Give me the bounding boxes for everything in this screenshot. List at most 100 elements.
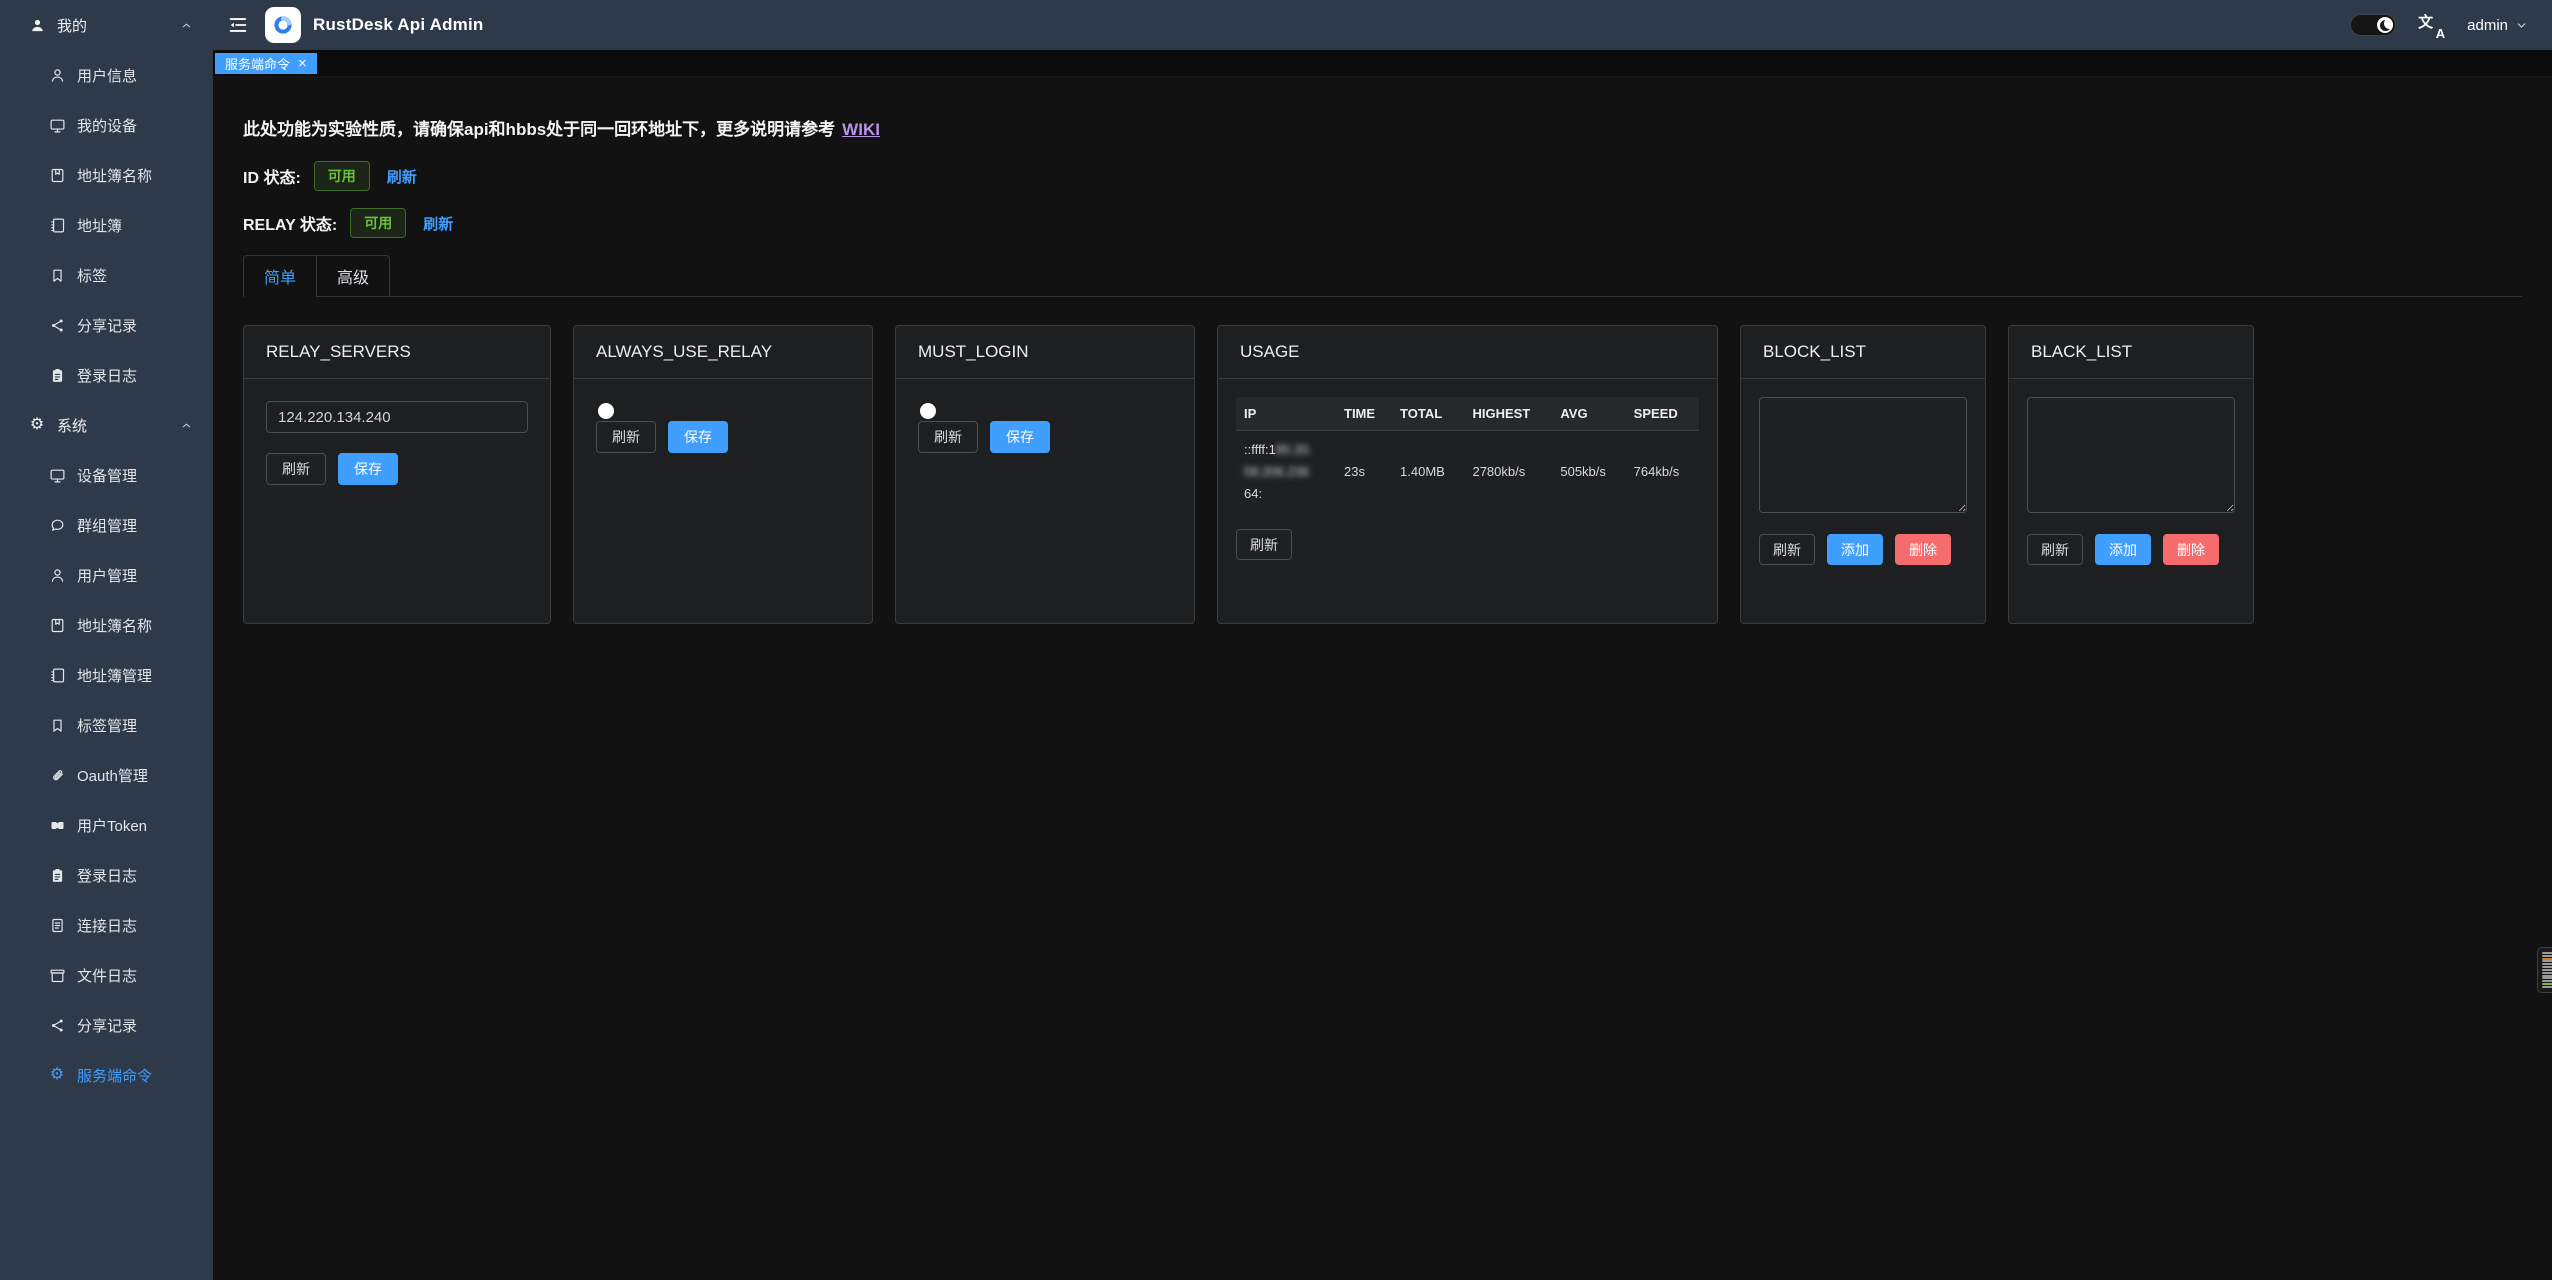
monitor-icon xyxy=(48,116,66,134)
document-icon xyxy=(48,916,66,934)
id-status-label: ID 状态: xyxy=(243,164,301,188)
block-list-refresh-button[interactable]: 刷新 xyxy=(1759,534,1815,565)
redacted-ip-part: 85.20. xyxy=(1276,442,1312,457)
sidebar-item-label: 用户管理 xyxy=(77,565,137,586)
usage-refresh-button[interactable]: 刷新 xyxy=(1236,529,1292,560)
id-refresh-link[interactable]: 刷新 xyxy=(387,166,417,187)
minimap-stripe xyxy=(2542,983,2552,985)
sidebar-item-label: 群组管理 xyxy=(77,515,137,536)
sidebar-item-label: 我的设备 xyxy=(77,115,137,136)
sidebar-section-1[interactable]: ⚙系统 xyxy=(0,400,213,450)
card-usage: USAGE IP TIME TOTAL HIGHEST AVG SPEED xyxy=(1217,325,1718,624)
sidebar-collapse-icon[interactable] xyxy=(227,14,249,36)
sidebar-item-标签[interactable]: 标签 xyxy=(0,250,213,300)
sidebar-item-地址簿名称[interactable]: 地址簿名称 xyxy=(0,600,213,650)
app-title: RustDesk Api Admin xyxy=(313,15,483,35)
black-list-textarea[interactable] xyxy=(2027,397,2235,513)
address-book-icon xyxy=(48,666,66,684)
block-list-textarea[interactable] xyxy=(1759,397,1967,513)
share-icon xyxy=(48,316,66,334)
sidebar-section-0[interactable]: 我的 xyxy=(0,0,213,50)
archive-icon xyxy=(48,966,66,984)
sidebar-item-设备管理[interactable]: 设备管理 xyxy=(0,450,213,500)
usage-col-ip: IP xyxy=(1236,397,1336,431)
sidebar-section-label: 我的 xyxy=(57,15,87,36)
usage-avg-cell: 505kb/s xyxy=(1552,431,1625,514)
black-list-delete-button[interactable]: 删除 xyxy=(2163,534,2219,565)
sidebar-item-地址簿[interactable]: 地址簿 xyxy=(0,200,213,250)
black-list-refresh-button[interactable]: 刷新 xyxy=(2027,534,2083,565)
usage-col-time: TIME xyxy=(1336,397,1392,431)
wiki-link[interactable]: WIKI xyxy=(842,120,880,139)
must-login-refresh-button[interactable]: 刷新 xyxy=(918,421,978,453)
minimap-stripe xyxy=(2542,969,2552,971)
black-list-add-button[interactable]: 添加 xyxy=(2095,534,2151,565)
minimap-stripe xyxy=(2542,980,2552,982)
sidebar-item-label: 分享记录 xyxy=(77,1015,137,1036)
sidebar-item-连接日志[interactable]: 连接日志 xyxy=(0,900,213,950)
usage-highest-cell: 2780kb/s xyxy=(1464,431,1552,514)
moon-icon xyxy=(2377,17,2393,33)
username: admin xyxy=(2467,17,2508,34)
minimap-stripe xyxy=(2542,958,2552,960)
clipboard-icon xyxy=(48,366,66,384)
sidebar-item-label: Oauth管理 xyxy=(77,765,148,786)
tab-advanced[interactable]: 高级 xyxy=(317,255,390,296)
sidebar-item-用户Token[interactable]: 用户Token xyxy=(0,800,213,850)
sidebar-item-分享记录[interactable]: 分享记录 xyxy=(0,1000,213,1050)
card-title: RELAY_SERVERS xyxy=(244,326,550,379)
card-black-list: BLACK_LIST 刷新 添加 删除 xyxy=(2008,325,2254,624)
minimap-stripe xyxy=(2542,977,2552,979)
header-actions: 文A admin xyxy=(2350,13,2528,38)
must-login-save-button[interactable]: 保存 xyxy=(990,421,1050,453)
minimap-stripe xyxy=(2542,975,2552,977)
relay-servers-input[interactable] xyxy=(266,401,528,433)
redacted-ip-part: 58.206.236 xyxy=(1244,464,1309,479)
sidebar-item-用户管理[interactable]: 用户管理 xyxy=(0,550,213,600)
always-use-relay-save-button[interactable]: 保存 xyxy=(668,421,728,453)
sidebar: 我的用户信息我的设备地址簿名称地址簿标签分享记录登录日志⚙系统设备管理群组管理用… xyxy=(0,0,213,1280)
sidebar-item-服务端命令[interactable]: ⚙ 服务端命令 xyxy=(0,1050,213,1100)
user-icon xyxy=(48,566,66,584)
sidebar-item-label: 服务端命令 xyxy=(77,1065,152,1086)
sidebar-item-标签管理[interactable]: 标签管理 xyxy=(0,700,213,750)
relay-refresh-button[interactable]: 刷新 xyxy=(266,453,326,485)
minimap-widget[interactable] xyxy=(2537,947,2552,993)
minimap-stripe xyxy=(2542,986,2552,988)
sidebar-item-登录日志[interactable]: 登录日志 xyxy=(0,850,213,900)
sidebar-item-地址簿名称[interactable]: 地址簿名称 xyxy=(0,150,213,200)
settings-cards: RELAY_SERVERS 刷新 保存 ALWAYS_USE_RELAY 刷新 … xyxy=(243,325,2522,624)
id-status-row: ID 状态: 可用 刷新 xyxy=(243,161,2522,191)
relay-refresh-link[interactable]: 刷新 xyxy=(423,213,453,234)
sidebar-item-label: 设备管理 xyxy=(77,465,137,486)
minimap-stripe xyxy=(2542,952,2552,954)
minimap-stripe xyxy=(2542,972,2552,974)
sidebar-item-群组管理[interactable]: 群组管理 xyxy=(0,500,213,550)
notebook-icon xyxy=(48,166,66,184)
tab-simple[interactable]: 简单 xyxy=(243,255,317,296)
sidebar-item-label: 地址簿 xyxy=(77,215,122,236)
relay-save-button[interactable]: 保存 xyxy=(338,453,398,485)
sidebar-item-Oauth管理[interactable]: Oauth管理 xyxy=(0,750,213,800)
gear-filled-icon: ⚙ xyxy=(48,1066,66,1084)
user-menu[interactable]: admin xyxy=(2467,17,2528,34)
sidebar-item-地址簿管理[interactable]: 地址簿管理 xyxy=(0,650,213,700)
sidebar-section-label: 系统 xyxy=(57,415,87,436)
usage-col-total: TOTAL xyxy=(1392,397,1464,431)
card-title: BLACK_LIST xyxy=(2009,326,2253,379)
language-icon[interactable]: 文A xyxy=(2418,13,2445,38)
sidebar-item-用户信息[interactable]: 用户信息 xyxy=(0,50,213,100)
route-tab-bar: 服务端命令 × xyxy=(213,50,2552,77)
dark-mode-toggle[interactable] xyxy=(2350,14,2396,36)
block-list-add-button[interactable]: 添加 xyxy=(1827,534,1883,565)
sidebar-item-文件日志[interactable]: 文件日志 xyxy=(0,950,213,1000)
block-list-delete-button[interactable]: 删除 xyxy=(1895,534,1951,565)
sidebar-item-label: 地址簿管理 xyxy=(77,665,152,686)
sidebar-item-分享记录[interactable]: 分享记录 xyxy=(0,300,213,350)
close-icon[interactable]: × xyxy=(298,56,307,71)
route-tab-server-commands[interactable]: 服务端命令 × xyxy=(215,53,317,74)
sidebar-item-登录日志[interactable]: 登录日志 xyxy=(0,350,213,400)
chat-icon xyxy=(48,516,66,534)
sidebar-item-我的设备[interactable]: 我的设备 xyxy=(0,100,213,150)
always-use-relay-refresh-button[interactable]: 刷新 xyxy=(596,421,656,453)
